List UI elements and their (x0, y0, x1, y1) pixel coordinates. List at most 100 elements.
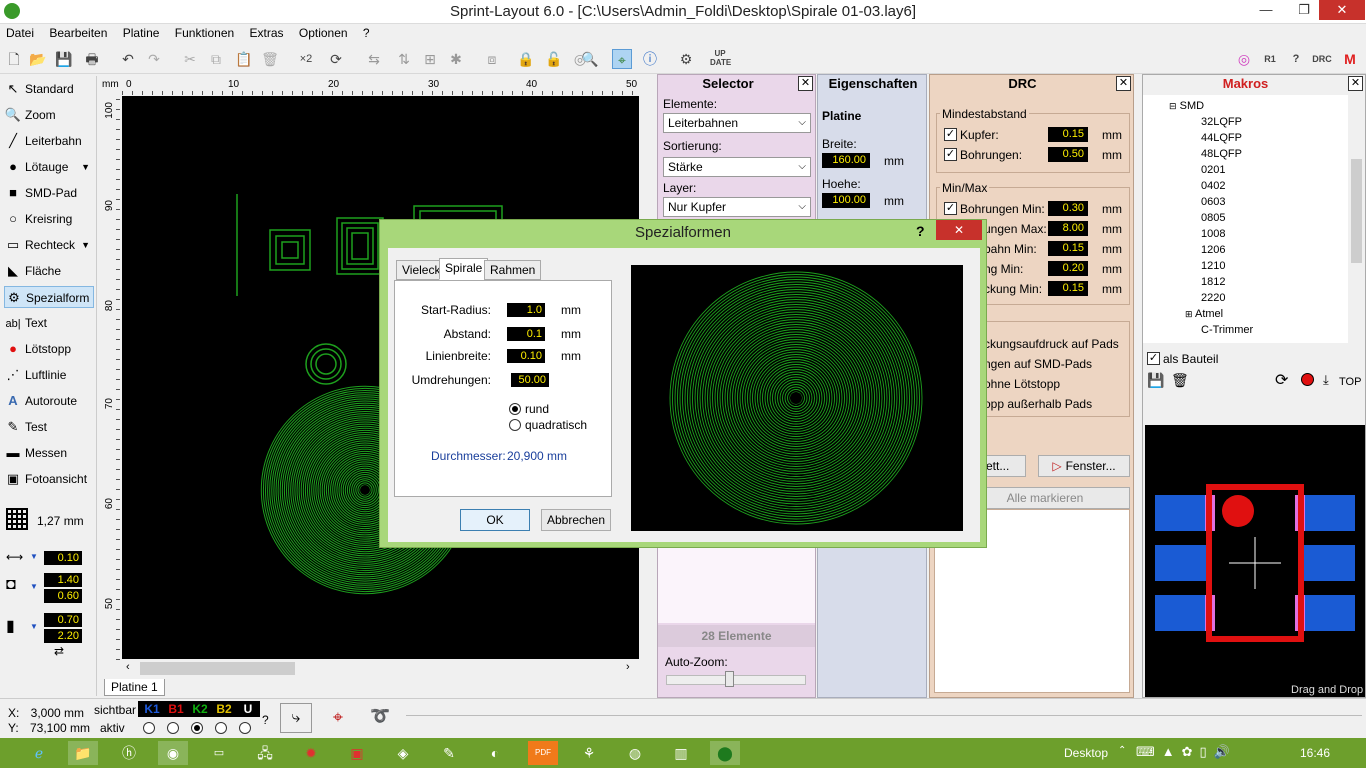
app-icon[interactable]: ◐ (480, 741, 510, 765)
route-icon[interactable]: ⤷ (280, 703, 312, 733)
top-layer-icon[interactable]: ⤓ (1323, 372, 1329, 388)
rotate-icon[interactable]: ⟳ (326, 49, 346, 69)
mirror-h-icon[interactable]: ⇆ (364, 49, 384, 69)
linienbreite-field[interactable]: 0.10 (507, 349, 545, 363)
start-radius-field[interactable]: 1.0 (507, 303, 545, 317)
macro-icon[interactable]: M (1340, 49, 1360, 69)
app-icon[interactable]: ◍ (620, 741, 650, 765)
layer-active-k1[interactable] (143, 722, 155, 734)
menu-extras[interactable]: Extras (244, 24, 290, 42)
save-icon[interactable]: 💾 (54, 49, 74, 69)
tree-item[interactable]: 2220 (1201, 290, 1225, 306)
selector-list[interactable] (658, 545, 815, 623)
horizontal-scrollbar[interactable]: ‹ › (122, 660, 639, 677)
delete-icon[interactable]: 🗑 (260, 49, 280, 69)
tree-item[interactable]: 48LQFP (1201, 146, 1242, 162)
tree-item[interactable]: 1812 (1201, 274, 1225, 290)
mirror-v-icon[interactable]: ⇅ (394, 49, 414, 69)
crosshair-icon[interactable]: ⌖ (322, 703, 354, 733)
menu-help[interactable]: ? (357, 24, 376, 42)
tree-item[interactable]: 0603 (1201, 194, 1225, 210)
question-icon[interactable]: ? (1286, 49, 1306, 69)
connect-icon[interactable]: ⌖ (612, 49, 632, 69)
unlock-icon[interactable]: 🔓 (544, 49, 564, 69)
airwire-status-icon[interactable]: ➰ (364, 703, 396, 733)
save-macro-icon[interactable]: 💾 (1147, 372, 1164, 389)
tree-item[interactable]: 0402 (1201, 178, 1225, 194)
layer-toggle-b1[interactable]: B1 (166, 702, 186, 716)
scroll-right-arrow[interactable]: › (626, 661, 630, 673)
tool-loetstopp[interactable]: ● Lötstopp (4, 338, 94, 360)
ie-icon[interactable]: ℯ (24, 741, 54, 765)
tree-item[interactable]: 0201 (1201, 162, 1225, 178)
hp-icon[interactable]: ⓗ (114, 741, 144, 765)
layer-toggle-b2[interactable]: B2 (214, 702, 234, 716)
grid-icon[interactable] (6, 508, 28, 530)
selector-close-icon[interactable]: ✕ (798, 76, 813, 91)
align-icon[interactable]: ⊞ (420, 49, 440, 69)
open-folder-icon[interactable]: 📂 (28, 49, 48, 69)
desktop-label[interactable]: Desktop (1064, 746, 1108, 760)
record-icon[interactable] (1301, 373, 1314, 386)
rotate-macro-icon[interactable]: ⟳ (1275, 370, 1288, 390)
explorer-icon[interactable]: 📁 (68, 741, 98, 765)
sprint-layout-task-icon[interactable]: ⬤ (710, 741, 740, 765)
grid-value[interactable]: 1,27 mm (37, 514, 84, 528)
print-icon[interactable]: 🖶 (82, 49, 102, 69)
smd-width-field[interactable]: 0.70 (44, 613, 82, 627)
ok-button[interactable]: OK (460, 509, 530, 531)
tree-folder-atmel[interactable]: ⊞ Atmel (1185, 306, 1223, 322)
menu-platine[interactable]: Platine (117, 24, 166, 42)
drc-row-field[interactable]: 0.20 (1048, 261, 1088, 276)
network-icon[interactable]: 🖧 (250, 741, 280, 765)
radio-rund[interactable] (509, 403, 521, 415)
layer-toggle-k2[interactable]: K2 (190, 702, 210, 716)
info-icon[interactable]: ⓘ (640, 49, 660, 69)
makros-scrollbar[interactable] (1348, 95, 1365, 343)
tool-standard[interactable]: ↖ Standard (4, 78, 94, 100)
layer-select[interactable]: Nur Kupfer ⌵ (663, 197, 811, 217)
elemente-select[interactable]: Leiterbahnen ⌵ (663, 113, 811, 133)
layer-toggle-k1[interactable]: K1 (142, 702, 162, 716)
tree-item[interactable]: 44LQFP (1201, 130, 1242, 146)
kupfer-field[interactable]: 0.15 (1048, 127, 1088, 142)
drc-row-field[interactable]: 0.30 (1048, 201, 1088, 216)
kupfer-checkbox[interactable]: ✓ (944, 128, 957, 141)
bohrungen-field[interactable]: 0.50 (1048, 147, 1088, 162)
tool-fotoansicht[interactable]: ▣ Fotoansicht (4, 468, 94, 490)
menu-bearbeiten[interactable]: Bearbeiten (43, 24, 113, 42)
pad-outer-field[interactable]: 1.40 (44, 573, 82, 587)
smd-height-field[interactable]: 2.20 (44, 629, 82, 643)
swap-icon[interactable]: ⇄ (54, 644, 64, 658)
sortierung-select[interactable]: Stärke ⌵ (663, 157, 811, 177)
radio-quadratisch[interactable] (509, 419, 521, 431)
layer-active-k2[interactable] (191, 722, 203, 734)
tool-test[interactable]: ✎ Test (4, 416, 94, 438)
tray-icons[interactable]: ⌨▲✿▯🔊 (1136, 745, 1237, 759)
tool-spezialform[interactable]: ⚙ Spezialform (4, 286, 94, 308)
abstand-field[interactable]: 0.1 (507, 327, 545, 341)
dialog-help-button[interactable]: ? (916, 223, 925, 239)
abbrechen-button[interactable]: Abbrechen (541, 509, 611, 531)
autozoom-slider-thumb[interactable] (725, 671, 734, 687)
app-icon[interactable]: ▣ (342, 741, 372, 765)
layer-help[interactable]: ? (262, 713, 269, 727)
tree-item[interactable]: 1210 (1201, 258, 1225, 274)
dropdown-arrow-icon[interactable]: ▼ (30, 582, 38, 591)
drc-row-field[interactable]: 0.15 (1048, 241, 1088, 256)
app-icon[interactable]: ⚘ (574, 741, 604, 765)
delete-macro-icon[interactable]: 🗑 (1171, 372, 1189, 389)
dialog-close-button[interactable]: ✕ (936, 220, 982, 240)
menu-datei[interactable]: Datei (0, 24, 40, 42)
app-icon[interactable]: ◈ (388, 741, 418, 765)
tool-leiterbahn[interactable]: ╱ Leiterbahn (4, 130, 94, 152)
tool-luftlinie[interactable]: ⋰ Luftlinie (4, 364, 94, 386)
snap-icon[interactable]: ✱ (446, 49, 466, 69)
update-icon[interactable]: UP DATE (710, 49, 731, 69)
lock-icon[interactable]: 🔒 (516, 49, 536, 69)
tree-item[interactable]: 1008 (1201, 226, 1225, 242)
tool-smd-pad[interactable]: ■ SMD-Pad (4, 182, 94, 204)
drc-row-field[interactable]: 8.00 (1048, 221, 1088, 236)
tray-chevron-icon[interactable]: ⌃ (1118, 744, 1126, 758)
group-icon[interactable]: ⧈ (482, 49, 502, 69)
